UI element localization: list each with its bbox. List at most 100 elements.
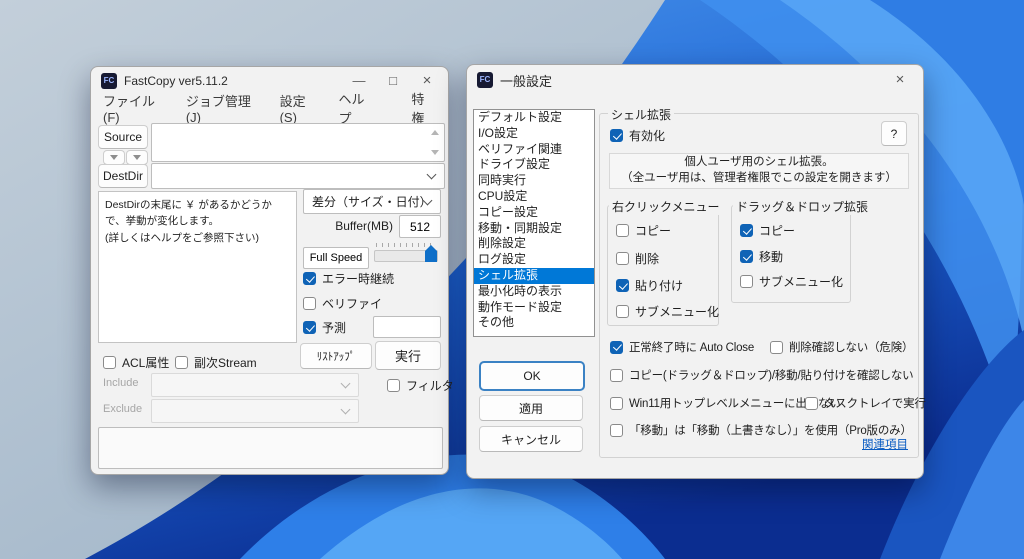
checkbox-label: 予測 xyxy=(322,319,346,336)
info-line-1: 個人ユーザ用のシェル拡張。 xyxy=(684,155,833,171)
exclude-combobox[interactable] xyxy=(151,399,359,423)
source-input[interactable] xyxy=(151,123,445,162)
nav-item-verify[interactable]: ベリファイ関連 xyxy=(474,142,594,158)
checkbox-box xyxy=(740,275,753,288)
checkbox-estimate[interactable]: 予測 xyxy=(303,319,346,336)
buffer-input[interactable]: 512 xyxy=(399,215,441,238)
nav-item-operation-mode[interactable]: 動作モード設定 xyxy=(474,300,594,316)
source-history-arrow-1[interactable] xyxy=(103,150,125,165)
shell-extension-group: シェル拡張 有効化 ? 個人ユーザ用のシェル拡張。 （全ユーザ用は、管理者権限で… xyxy=(599,113,919,458)
destdir-combobox[interactable] xyxy=(151,163,445,189)
source-history-arrow-2[interactable] xyxy=(126,150,148,165)
checkbox-no-delete-confirm[interactable]: 削除確認しない（危険） xyxy=(770,339,913,355)
checkbox-box xyxy=(175,356,188,369)
arrow-down-icon xyxy=(133,155,141,160)
execute-button[interactable]: 実行 xyxy=(375,341,441,370)
checkbox-no-confirm[interactable]: コピー(ドラッグ＆ドロップ)/移動/貼り付けを確認しない xyxy=(610,367,913,383)
checkbox-box xyxy=(740,250,753,263)
checkbox-box xyxy=(805,397,818,410)
checkbox-box xyxy=(616,279,629,292)
nav-item-io[interactable]: I/O設定 xyxy=(474,126,594,142)
checkbox-filter[interactable]: フィルタ xyxy=(387,377,454,394)
checkbox-label: 有効化 xyxy=(629,127,665,144)
nav-item-drive[interactable]: ドライブ設定 xyxy=(474,157,594,173)
shell-extension-info: 個人ユーザ用のシェル拡張。 （全ユーザ用は、管理者権限でこの設定を開きます） xyxy=(609,153,909,189)
copy-mode-value: 差分（サイズ・日付） xyxy=(312,190,432,213)
checkbox-acl[interactable]: ACL属性 xyxy=(103,354,169,371)
close-icon[interactable]: × xyxy=(883,68,917,92)
fastcopy-window-title: FastCopy ver5.11.2 xyxy=(124,74,228,88)
checkbox-label: コピー xyxy=(635,222,671,239)
log-output-area[interactable] xyxy=(98,427,443,469)
buffer-label: Buffer(MB) xyxy=(305,219,393,233)
chevron-down-icon xyxy=(341,379,351,389)
nav-item-cpu[interactable]: CPU設定 xyxy=(474,189,594,205)
nav-item-move-sync[interactable]: 移動・同期設定 xyxy=(474,221,594,237)
menu-file[interactable]: ファイル(F) xyxy=(103,91,168,125)
exclude-label: Exclude xyxy=(103,403,142,415)
fastcopy-app-icon: FC xyxy=(101,73,117,89)
nav-item-copy[interactable]: コピー設定 xyxy=(474,205,594,221)
copy-mode-dropdown[interactable]: 差分（サイズ・日付） xyxy=(303,189,441,214)
shell-extension-group-title: シェル拡張 xyxy=(608,106,674,123)
nav-item-minimized-view[interactable]: 最小化時の表示 xyxy=(474,284,594,300)
checkbox-box xyxy=(103,356,116,369)
checkbox-label: サブメニュー化 xyxy=(759,273,843,290)
cancel-button[interactable]: キャンセル xyxy=(479,426,583,452)
checkbox-box xyxy=(740,224,753,237)
scroll-up-icon[interactable] xyxy=(431,130,439,135)
checkbox-label: 副次Stream xyxy=(194,354,257,371)
checkbox-enable[interactable]: 有効化 xyxy=(610,127,665,144)
menu-help[interactable]: ヘルプ xyxy=(339,89,376,127)
apply-button[interactable]: 適用 xyxy=(479,395,583,421)
nav-item-default[interactable]: デフォルト設定 xyxy=(474,110,594,126)
fastcopy-window: FC FastCopy ver5.11.2 — □ × ファイル(F) ジョブ管… xyxy=(90,66,449,475)
desktop: FC FastCopy ver5.11.2 — □ × ファイル(F) ジョブ管… xyxy=(0,0,1024,559)
estimate-input[interactable] xyxy=(373,316,441,338)
include-combobox[interactable] xyxy=(151,373,359,397)
destdir-button[interactable]: DestDir xyxy=(98,164,148,188)
related-items-link[interactable]: 関連項目 xyxy=(862,436,908,452)
checkbox-label: 削除 xyxy=(635,250,659,267)
hint-text-2: (詳しくはヘルプをご参照下さい) xyxy=(105,230,290,246)
menu-privilege[interactable]: 特権 xyxy=(411,89,436,127)
nav-item-delete[interactable]: 削除設定 xyxy=(474,236,594,252)
menu-settings[interactable]: 設定(S) xyxy=(280,91,321,125)
maximize-icon[interactable]: □ xyxy=(376,69,410,93)
scroll-down-icon[interactable] xyxy=(431,150,439,155)
checkbox-box xyxy=(610,369,623,382)
nav-item-concurrent[interactable]: 同時実行 xyxy=(474,173,594,189)
nav-item-shell-extension[interactable]: シェル拡張 xyxy=(474,268,594,284)
checkbox-altstream[interactable]: 副次Stream xyxy=(175,354,257,371)
speed-slider-ticks xyxy=(376,243,434,247)
checkbox-label: タスクトレイで実行 xyxy=(824,395,926,411)
checkbox-label: フィルタ xyxy=(406,377,454,394)
nav-item-other[interactable]: その他 xyxy=(474,315,594,331)
checkbox-rc-copy[interactable]: コピー xyxy=(616,222,671,239)
menu-job[interactable]: ジョブ管理(J) xyxy=(186,91,262,125)
help-button[interactable]: ? xyxy=(881,121,907,146)
checkbox-label: エラー時継続 xyxy=(322,270,394,287)
checkbox-box xyxy=(616,305,629,318)
source-button[interactable]: Source xyxy=(98,125,148,149)
nav-item-log[interactable]: ログ設定 xyxy=(474,252,594,268)
checkbox-rc-delete[interactable]: 削除 xyxy=(616,250,659,267)
checkbox-box xyxy=(616,224,629,237)
dragdrop-group-title: ドラッグ＆ドロップ拡張 xyxy=(733,198,871,215)
checkbox-verify[interactable]: ベリファイ xyxy=(303,295,382,312)
checkbox-box xyxy=(610,129,623,142)
checkbox-dd-move[interactable]: 移動 xyxy=(740,248,783,265)
speed-mode-label[interactable]: Full Speed xyxy=(303,247,369,269)
checkbox-error-continue[interactable]: エラー時継続 xyxy=(303,270,394,287)
checkbox-tasktray[interactable]: タスクトレイで実行 xyxy=(805,395,926,411)
checkbox-dd-copy[interactable]: コピー xyxy=(740,222,795,239)
settings-nav-list: デフォルト設定 I/O設定 ベリファイ関連 ドライブ設定 同時実行 CPU設定 … xyxy=(473,109,595,337)
checkbox-rc-submenu[interactable]: サブメニュー化 xyxy=(616,303,719,320)
ok-button[interactable]: OK xyxy=(479,361,585,391)
settings-dialog: FC 一般設定 × デフォルト設定 I/O設定 ベリファイ関連 ドライブ設定 同… xyxy=(466,64,924,479)
checkbox-rc-paste[interactable]: 貼り付け xyxy=(616,277,683,294)
listup-button[interactable]: ﾘｽﾄｱｯﾌﾟ xyxy=(300,343,372,369)
speed-slider-thumb[interactable] xyxy=(425,245,437,262)
checkbox-autoclose[interactable]: 正常終了時に Auto Close xyxy=(610,339,754,355)
checkbox-dd-submenu[interactable]: サブメニュー化 xyxy=(740,273,843,290)
